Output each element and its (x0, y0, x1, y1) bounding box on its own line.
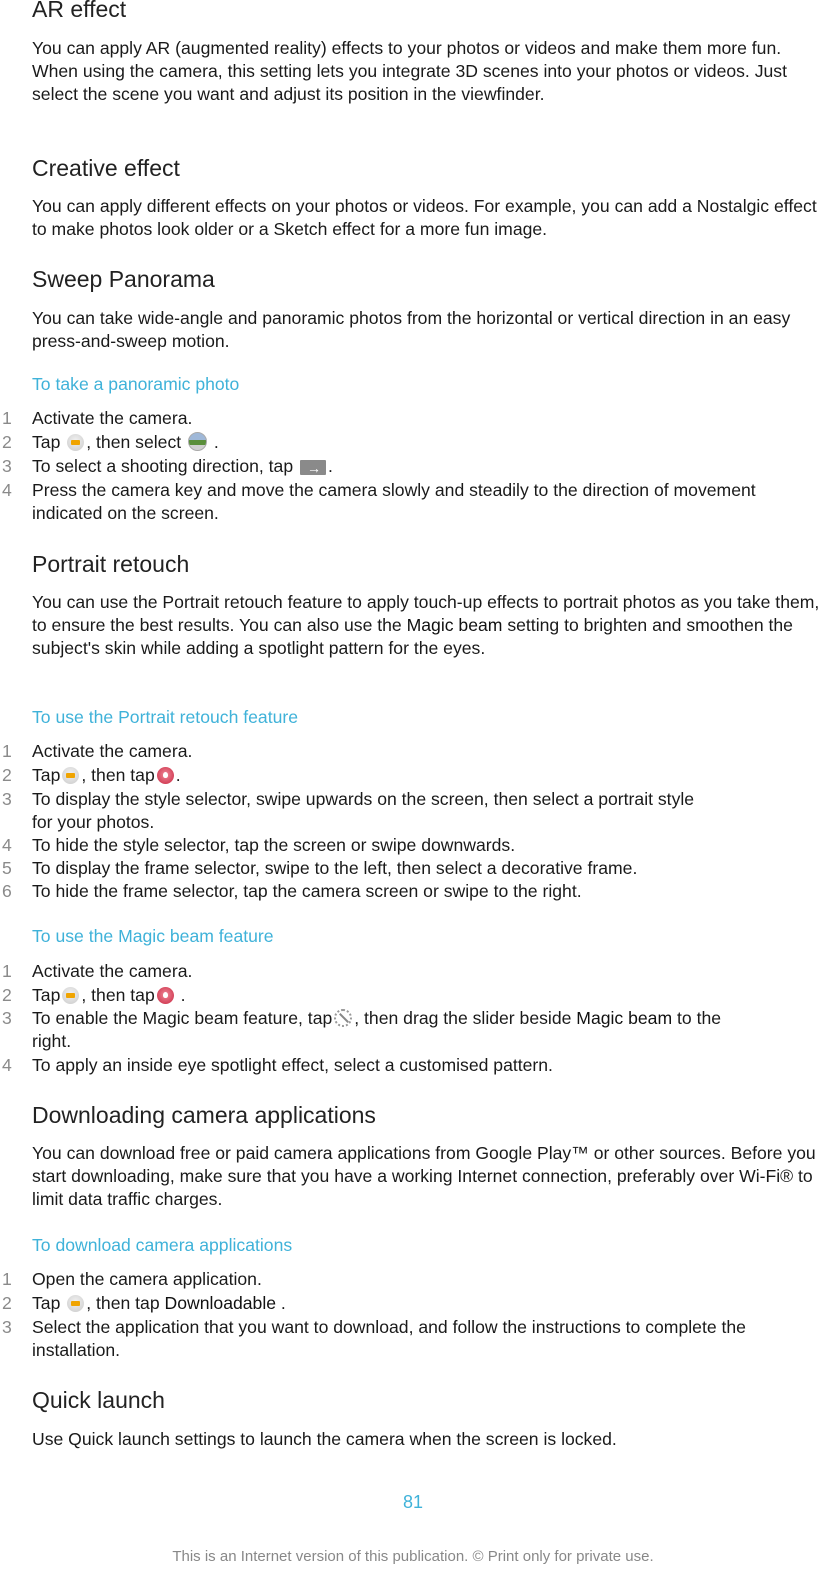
step-text-part: . (175, 985, 186, 1005)
step-text-part: To select a shooting direction, tap (32, 456, 299, 476)
paragraph-sweep-panorama: You can take wide-angle and panoramic ph… (32, 308, 791, 351)
step-text-part: , then select (86, 432, 187, 452)
step-text: Press the camera key and move the camera… (32, 480, 756, 523)
heading-quick-launch: Quick launch (32, 1387, 165, 1413)
step-text-part: , then drag the slider beside (354, 1008, 577, 1028)
step-text: Tap , then select . (32, 431, 772, 454)
step-number: 2 (2, 985, 12, 1005)
step-text-part: Tap (32, 765, 61, 785)
step-number: 2 (2, 432, 12, 452)
step-text: To display the style selector, swipe upw… (32, 789, 695, 832)
step-number: 1 (2, 408, 12, 428)
portrait-retouch-icon (156, 767, 174, 784)
term-magic-beam: Magic beam (576, 1008, 673, 1028)
step-number: 3 (2, 789, 12, 809)
step-text: To display the frame selector, swipe to … (32, 858, 638, 878)
heading-ar-effect: AR effect (32, 0, 127, 22)
step-text-part: . (328, 456, 333, 476)
step-number: 4 (2, 835, 12, 855)
step-text: To apply an inside eye spotlight effect,… (32, 1055, 553, 1075)
step-text: Tap , then tap Downloadable . (32, 1292, 772, 1315)
procedure-title-magic-beam: To use the Magic beam feature (32, 926, 274, 946)
step-text: Select the application that you want to … (32, 1317, 746, 1360)
camera-settings-icon (62, 987, 80, 1004)
step-text-part: . (276, 1293, 286, 1313)
step-number: 3 (2, 456, 12, 476)
camera-settings-icon (67, 1295, 85, 1312)
step-text: Open the camera application. (32, 1269, 262, 1289)
step-number: 3 (2, 1008, 12, 1028)
step-text: Activate the camera. (32, 408, 193, 428)
step-text-part: , then tap (81, 765, 155, 785)
heading-creative-effect: Creative effect (32, 155, 180, 181)
step-number: 2 (2, 765, 12, 785)
step-text-part: , then tap (86, 1293, 165, 1313)
shooting-direction-icon (300, 457, 327, 480)
procedure-title-download: To download camera applications (32, 1235, 293, 1255)
step-number: 1 (2, 1269, 12, 1289)
heading-downloading-apps: Downloading camera applications (32, 1102, 376, 1128)
portrait-retouch-icon (156, 987, 174, 1004)
camera-settings-icon (62, 767, 80, 784)
camera-settings-icon (67, 434, 85, 451)
step-number: 5 (2, 858, 12, 878)
step-text: Activate the camera. (32, 961, 193, 981)
step-text-part: . (209, 432, 219, 452)
paragraph-downloading-apps: You can download free or paid camera app… (32, 1143, 816, 1209)
step-number: 1 (2, 741, 12, 761)
procedure-title-panoramic: To take a panoramic photo (32, 374, 240, 394)
step-text: To select a shooting direction, tap . (32, 455, 772, 480)
step-number: 6 (2, 881, 12, 901)
step-number: 4 (2, 1055, 12, 1075)
step-number: 2 (2, 1293, 12, 1313)
paragraph-ar-effect: You can apply AR (augmented reality) eff… (32, 38, 787, 104)
term-magic-beam: Magic beam (406, 615, 503, 635)
step-text: To hide the frame selector, tap the came… (32, 881, 582, 901)
step-text: Activate the camera. (32, 741, 193, 761)
magic-beam-icon (334, 1009, 353, 1027)
sweep-panorama-icon (188, 432, 208, 451)
heading-sweep-panorama: Sweep Panorama (32, 266, 215, 292)
step-text-part: Tap (32, 432, 66, 452)
step-text-part: Tap (32, 985, 61, 1005)
step-number: 3 (2, 1317, 12, 1337)
step-text-part: Tap (32, 1293, 66, 1313)
paragraph-portrait-retouch: You can use the Portrait retouch feature… (32, 591, 822, 660)
step-text: Tap , then tap . (32, 984, 772, 1007)
paragraph-creative-effect: You can apply different effects on your … (32, 196, 817, 239)
step-text: Tap , then tap. (32, 764, 772, 787)
heading-portrait-retouch: Portrait retouch (32, 551, 190, 577)
step-text-part: . (175, 765, 181, 785)
procedure-title-portrait: To use the Portrait retouch feature (32, 707, 299, 727)
footer-notice: This is an Internet version of this publ… (172, 1548, 654, 1565)
step-text-part: To enable the Magic beam feature, tap (32, 1008, 333, 1028)
step-number: 1 (2, 961, 12, 981)
paragraph-quick-launch: Use Quick launch settings to launch the … (32, 1429, 617, 1449)
step-number: 4 (2, 480, 12, 500)
step-text-part: , then tap (81, 985, 155, 1005)
step-text: To hide the style selector, tap the scre… (32, 835, 516, 855)
term-downloadable: Downloadable (164, 1293, 277, 1313)
page-number: 81 (402, 1492, 424, 1512)
step-text: To enable the Magic beam feature, tap , t… (32, 1007, 732, 1053)
